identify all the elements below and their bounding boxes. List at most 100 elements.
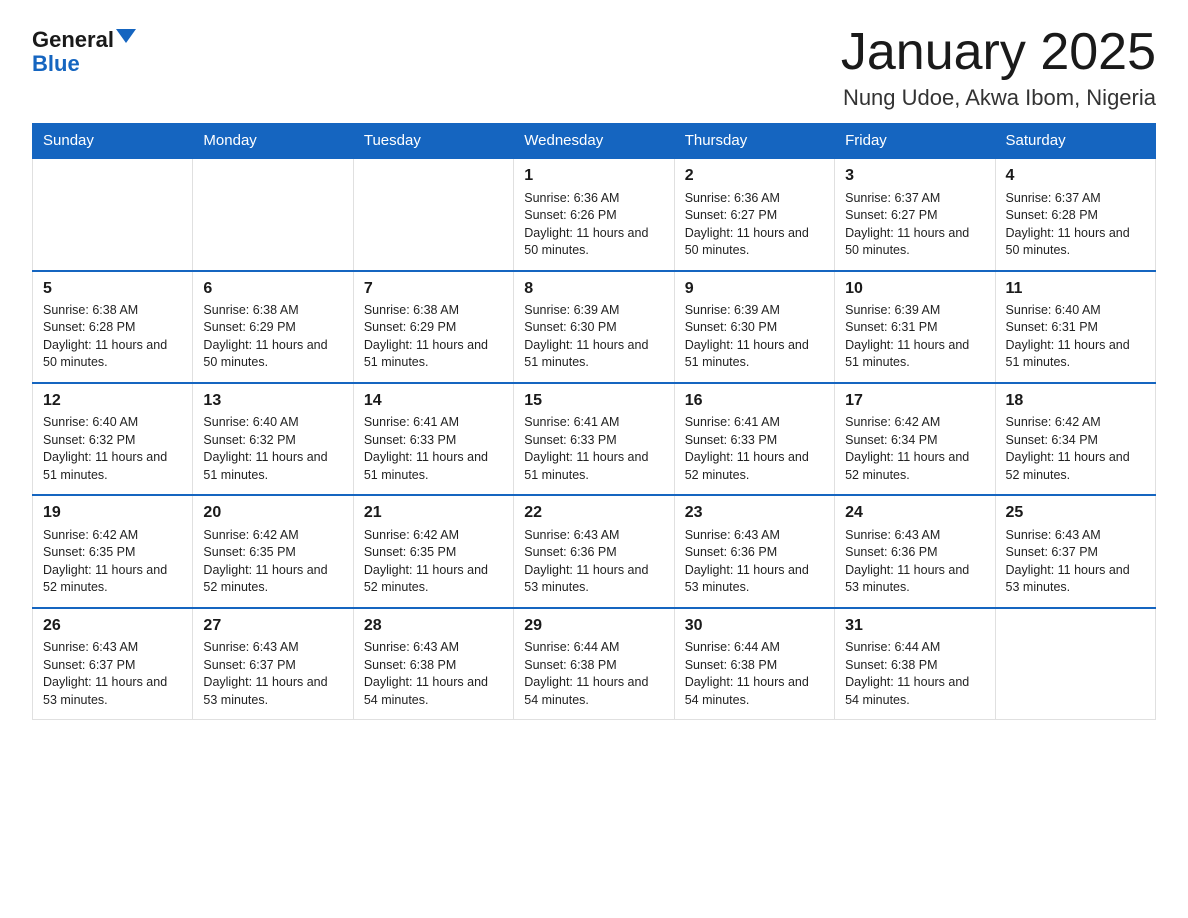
table-row: 10Sunrise: 6:39 AM Sunset: 6:31 PM Dayli… — [835, 271, 995, 383]
day-info: Sunrise: 6:44 AM Sunset: 6:38 PM Dayligh… — [845, 639, 984, 709]
calendar-week-row: 5Sunrise: 6:38 AM Sunset: 6:28 PM Daylig… — [33, 271, 1156, 383]
table-row: 22 Sunrise: 6:43 AM Sunset: 6:36 PM Dayli… — [514, 495, 674, 607]
weekday-header-row: Sunday Monday Tuesday Wednesday Thursday… — [33, 124, 1156, 159]
calendar-title: January 2025 — [841, 24, 1156, 81]
table-row — [33, 158, 193, 270]
table-row: 13Sunrise: 6:40 AM Sunset: 6:32 PM Dayli… — [193, 383, 353, 495]
table-row: 11Sunrise: 6:40 AM Sunset: 6:31 PM Dayli… — [995, 271, 1155, 383]
day-info: Sunrise: 6:42 AM Sunset: 6:35 PM Dayligh… — [364, 527, 503, 597]
day-number: 18 — [1006, 390, 1145, 412]
day-info: Sunrise: 6:39 AM Sunset: 6:31 PM Dayligh… — [845, 302, 984, 372]
table-row: 5Sunrise: 6:38 AM Sunset: 6:28 PM Daylig… — [33, 271, 193, 383]
day-number: 9 — [685, 278, 824, 300]
day-info: Sunrise: 6:37 AM Sunset: 6:28 PM Dayligh… — [1006, 190, 1145, 260]
header-tuesday: Tuesday — [353, 124, 513, 159]
table-row: 25 Sunrise: 6:43 AM Sunset: 6:37 PM Dayli… — [995, 495, 1155, 607]
day-info: Sunrise: 6:43 AM Sunset: 6:36 PM Dayligh… — [524, 527, 663, 597]
logo-triangle-icon — [116, 29, 136, 43]
day-number: 13 — [203, 390, 342, 412]
day-info: Sunrise: 6:42 AM Sunset: 6:34 PM Dayligh… — [1006, 414, 1145, 484]
day-info: Sunrise: 6:44 AM Sunset: 6:38 PM Dayligh… — [524, 639, 663, 709]
day-info: Sunrise: 6:40 AM Sunset: 6:32 PM Dayligh… — [203, 414, 342, 484]
table-row: 16Sunrise: 6:41 AM Sunset: 6:33 PM Dayli… — [674, 383, 834, 495]
day-number: 25 — [1006, 502, 1145, 524]
calendar-week-row: 1 Sunrise: 6:36 AM Sunset: 6:26 PM Daylig… — [33, 158, 1156, 270]
day-info: Sunrise: 6:43 AM Sunset: 6:37 PM Dayligh… — [1006, 527, 1145, 597]
day-number: 1 — [524, 165, 663, 187]
calendar-week-row: 19 Sunrise: 6:42 AM Sunset: 6:35 PM Dayli… — [33, 495, 1156, 607]
logo-text-blue: Blue — [32, 52, 80, 76]
day-number: 10 — [845, 278, 984, 300]
table-row: 3Sunrise: 6:37 AM Sunset: 6:27 PM Daylig… — [835, 158, 995, 270]
day-info: Sunrise: 6:41 AM Sunset: 6:33 PM Dayligh… — [364, 414, 503, 484]
day-number: 12 — [43, 390, 182, 412]
table-row: 7Sunrise: 6:38 AM Sunset: 6:29 PM Daylig… — [353, 271, 513, 383]
day-info: Sunrise: 6:42 AM Sunset: 6:35 PM Dayligh… — [43, 527, 182, 597]
day-number: 20 — [203, 502, 342, 524]
logo-text-general: General — [32, 28, 114, 52]
day-info: Sunrise: 6:43 AM Sunset: 6:38 PM Dayligh… — [364, 639, 503, 709]
day-info: Sunrise: 6:36 AM Sunset: 6:27 PM Dayligh… — [685, 190, 824, 260]
table-row: 4 Sunrise: 6:37 AM Sunset: 6:28 PM Daylig… — [995, 158, 1155, 270]
day-info: Sunrise: 6:43 AM Sunset: 6:37 PM Dayligh… — [43, 639, 182, 709]
day-number: 14 — [364, 390, 503, 412]
day-info: Sunrise: 6:41 AM Sunset: 6:33 PM Dayligh… — [685, 414, 824, 484]
day-info: Sunrise: 6:42 AM Sunset: 6:35 PM Dayligh… — [203, 527, 342, 597]
day-info: Sunrise: 6:41 AM Sunset: 6:33 PM Dayligh… — [524, 414, 663, 484]
header-wednesday: Wednesday — [514, 124, 674, 159]
table-row — [353, 158, 513, 270]
table-row: 31Sunrise: 6:44 AM Sunset: 6:38 PM Dayli… — [835, 608, 995, 720]
day-info: Sunrise: 6:43 AM Sunset: 6:37 PM Dayligh… — [203, 639, 342, 709]
table-row: 30Sunrise: 6:44 AM Sunset: 6:38 PM Dayli… — [674, 608, 834, 720]
day-number: 8 — [524, 278, 663, 300]
day-number: 19 — [43, 502, 182, 524]
calendar-table: Sunday Monday Tuesday Wednesday Thursday… — [32, 123, 1156, 720]
day-info: Sunrise: 6:36 AM Sunset: 6:26 PM Dayligh… — [524, 190, 663, 260]
table-row: 24 Sunrise: 6:43 AM Sunset: 6:36 PM Dayli… — [835, 495, 995, 607]
table-row: 26Sunrise: 6:43 AM Sunset: 6:37 PM Dayli… — [33, 608, 193, 720]
calendar-subtitle: Nung Udoe, Akwa Ibom, Nigeria — [841, 85, 1156, 111]
table-row: 19 Sunrise: 6:42 AM Sunset: 6:35 PM Dayli… — [33, 495, 193, 607]
day-number: 29 — [524, 615, 663, 637]
header-friday: Friday — [835, 124, 995, 159]
header-monday: Monday — [193, 124, 353, 159]
day-info: Sunrise: 6:40 AM Sunset: 6:32 PM Dayligh… — [43, 414, 182, 484]
day-number: 22 — [524, 502, 663, 524]
table-row: 6Sunrise: 6:38 AM Sunset: 6:29 PM Daylig… — [193, 271, 353, 383]
day-number: 16 — [685, 390, 824, 412]
header-thursday: Thursday — [674, 124, 834, 159]
day-number: 5 — [43, 278, 182, 300]
table-row: 27Sunrise: 6:43 AM Sunset: 6:37 PM Dayli… — [193, 608, 353, 720]
day-info: Sunrise: 6:40 AM Sunset: 6:31 PM Dayligh… — [1006, 302, 1145, 372]
table-row: 18Sunrise: 6:42 AM Sunset: 6:34 PM Dayli… — [995, 383, 1155, 495]
day-number: 2 — [685, 165, 824, 187]
table-row: 17Sunrise: 6:42 AM Sunset: 6:34 PM Dayli… — [835, 383, 995, 495]
table-row: 2 Sunrise: 6:36 AM Sunset: 6:27 PM Daylig… — [674, 158, 834, 270]
day-number: 28 — [364, 615, 503, 637]
table-row: 21Sunrise: 6:42 AM Sunset: 6:35 PM Dayli… — [353, 495, 513, 607]
day-number: 11 — [1006, 278, 1145, 300]
day-number: 4 — [1006, 165, 1145, 187]
table-row — [193, 158, 353, 270]
header-saturday: Saturday — [995, 124, 1155, 159]
day-info: Sunrise: 6:39 AM Sunset: 6:30 PM Dayligh… — [524, 302, 663, 372]
day-info: Sunrise: 6:38 AM Sunset: 6:29 PM Dayligh… — [203, 302, 342, 372]
day-info: Sunrise: 6:43 AM Sunset: 6:36 PM Dayligh… — [845, 527, 984, 597]
day-info: Sunrise: 6:38 AM Sunset: 6:28 PM Dayligh… — [43, 302, 182, 372]
table-row — [995, 608, 1155, 720]
table-row: 12Sunrise: 6:40 AM Sunset: 6:32 PM Dayli… — [33, 383, 193, 495]
table-row: 14Sunrise: 6:41 AM Sunset: 6:33 PM Dayli… — [353, 383, 513, 495]
table-row: 8Sunrise: 6:39 AM Sunset: 6:30 PM Daylig… — [514, 271, 674, 383]
logo: General Blue — [32, 24, 136, 76]
day-number: 23 — [685, 502, 824, 524]
table-row: 20 Sunrise: 6:42 AM Sunset: 6:35 PM Dayli… — [193, 495, 353, 607]
day-number: 15 — [524, 390, 663, 412]
table-row: 23Sunrise: 6:43 AM Sunset: 6:36 PM Dayli… — [674, 495, 834, 607]
calendar-week-row: 26Sunrise: 6:43 AM Sunset: 6:37 PM Dayli… — [33, 608, 1156, 720]
day-number: 30 — [685, 615, 824, 637]
table-row: 15Sunrise: 6:41 AM Sunset: 6:33 PM Dayli… — [514, 383, 674, 495]
day-number: 6 — [203, 278, 342, 300]
day-info: Sunrise: 6:44 AM Sunset: 6:38 PM Dayligh… — [685, 639, 824, 709]
day-number: 27 — [203, 615, 342, 637]
day-number: 24 — [845, 502, 984, 524]
